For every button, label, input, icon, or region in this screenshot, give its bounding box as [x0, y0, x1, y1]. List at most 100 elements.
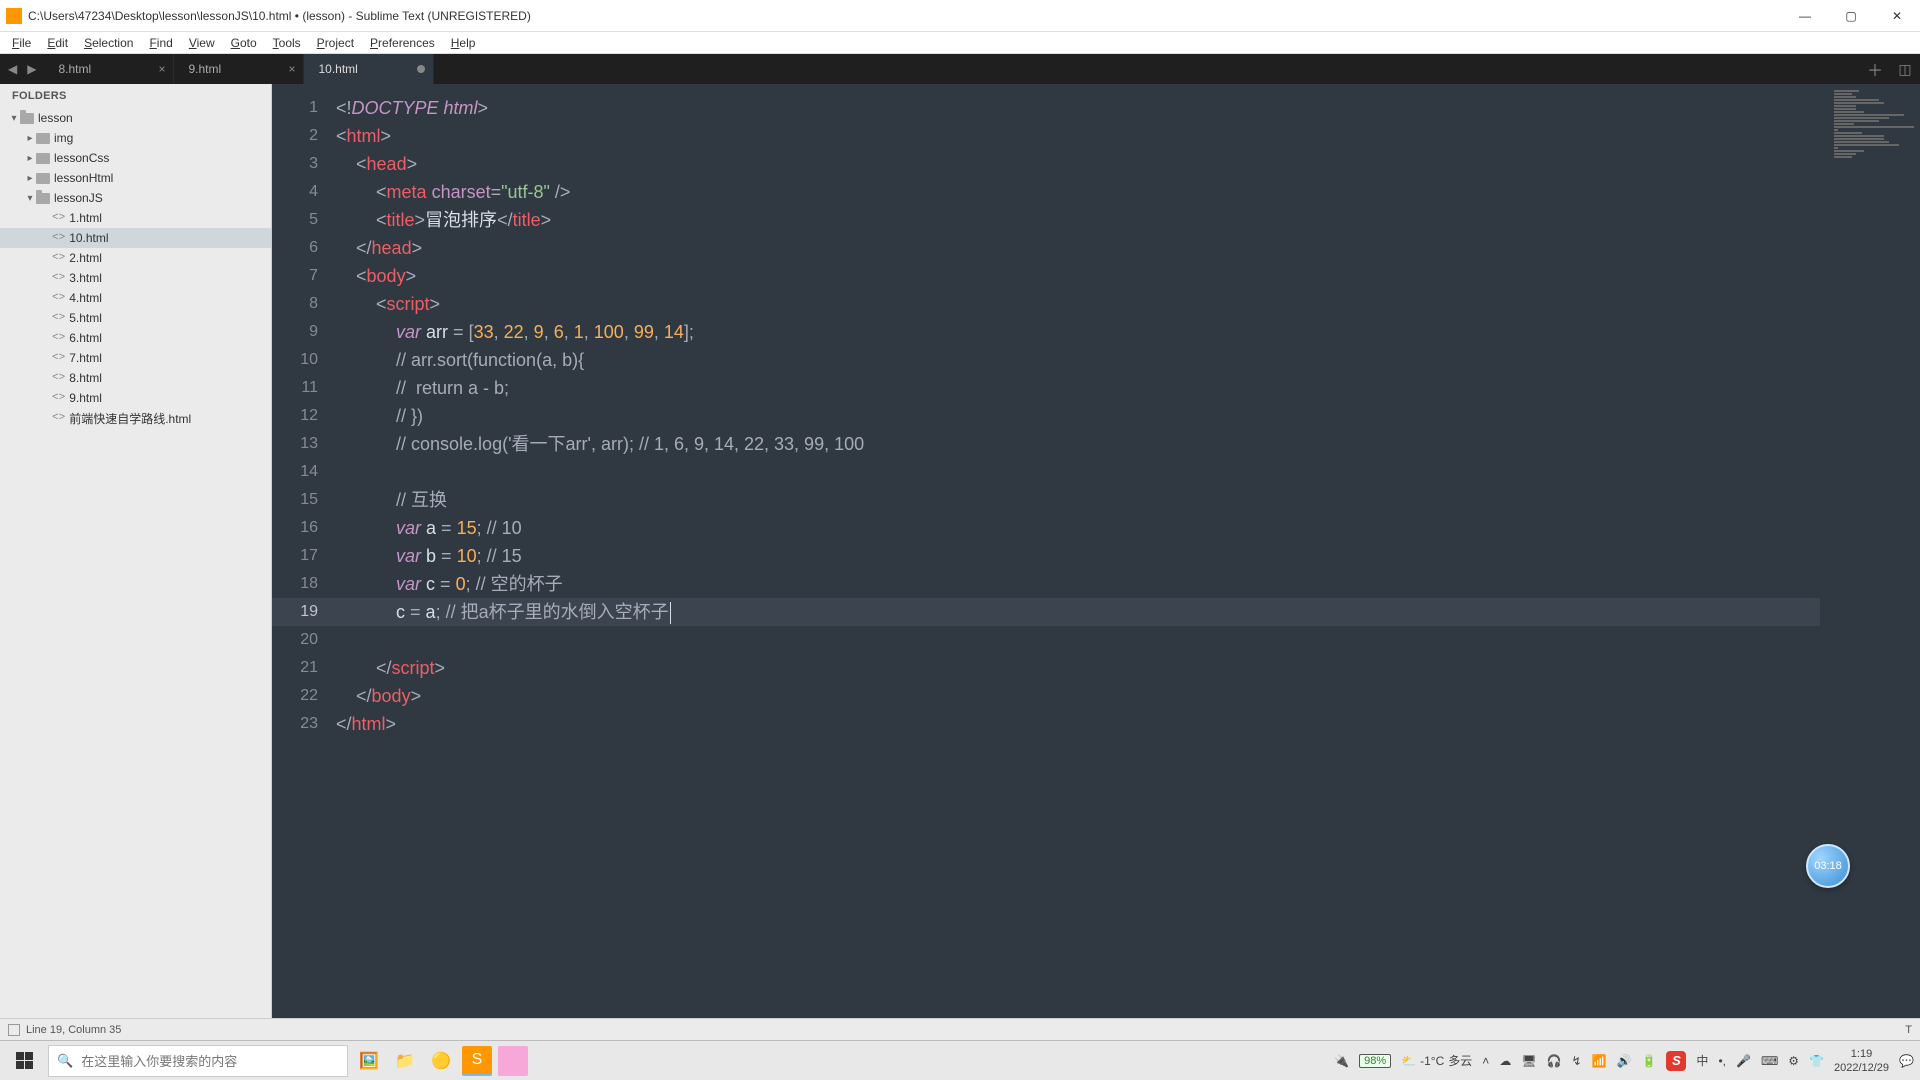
code-line[interactable]: <!DOCTYPE html> [332, 94, 1820, 122]
menu-tools[interactable]: Tools [265, 34, 309, 52]
menu-goto[interactable]: Goto [223, 34, 265, 52]
menu-preferences[interactable]: Preferences [362, 34, 443, 52]
code-line[interactable]: </script> [332, 654, 1820, 682]
taskbar-app-sublime[interactable]: S [462, 1046, 492, 1076]
code-line[interactable]: // console.log('看一下arr', arr); // 1, 6, … [332, 430, 1820, 458]
tab-label: 10.html [318, 62, 357, 76]
code-line[interactable]: c = a; // 把a杯子里的水倒入空杯子 [332, 598, 1820, 626]
taskbar-search-input[interactable]: 🔍 在这里输入你要搜索的内容 [48, 1045, 348, 1077]
code-line[interactable]: // 互换 [332, 486, 1820, 514]
code-line[interactable]: // return a - b; [332, 374, 1820, 402]
tray-wifi-icon[interactable]: 📶 [1592, 1054, 1607, 1068]
tray-ime-lang[interactable]: 中 [1696, 1052, 1708, 1069]
code-line[interactable]: </head> [332, 234, 1820, 262]
menu-edit[interactable]: Edit [39, 34, 76, 52]
tree-file-前端快速自学路线-html[interactable]: <>前端快速自学路线.html [0, 408, 271, 428]
code-line[interactable]: var a = 15; // 10 [332, 514, 1820, 542]
tray-chevron-up-icon[interactable]: ˄ [1482, 1054, 1489, 1068]
start-button[interactable] [0, 1041, 48, 1080]
tray-display-icon[interactable]: 🖥 [1521, 1054, 1536, 1068]
code-line[interactable]: <meta charset="utf-8" /> [332, 178, 1820, 206]
status-syntax-indicator[interactable]: T [1905, 1024, 1912, 1036]
window-titlebar: C:\Users\47234\Desktop\lesson\lessonJS\1… [0, 0, 1920, 32]
tree-file-10-html[interactable]: <>10.html [0, 228, 271, 248]
tray-power-icon[interactable]: 🔌 [1334, 1054, 1349, 1068]
taskbar-app-misc[interactable]: 🖼️ [354, 1046, 384, 1076]
menu-help[interactable]: Help [443, 34, 484, 52]
tab-8-html[interactable]: 8.html× [44, 54, 174, 84]
system-tray: 🔌 98% ⛅ -1°C 多云 ˄ ☁ 🖥 🎧 ↯ 📶 🔊 🔋 S 中 •, 🎤… [1334, 1047, 1920, 1075]
tree-file-3-html[interactable]: <>3.html [0, 268, 271, 288]
tray-ime-punct-icon[interactable]: •, [1718, 1054, 1726, 1068]
menu-find[interactable]: Find [141, 34, 180, 52]
tree-folder-lessonJS[interactable]: ▾lessonJS [0, 188, 271, 208]
timer-badge[interactable]: 03:18 [1806, 844, 1850, 888]
tray-bluetooth-icon[interactable]: ↯ [1572, 1054, 1582, 1068]
code-line[interactable]: var b = 10; // 15 [332, 542, 1820, 570]
code-line[interactable]: <body> [332, 262, 1820, 290]
windows-logo-icon [16, 1052, 33, 1069]
code-area[interactable]: <!DOCTYPE html><html> <head> <meta chars… [332, 84, 1820, 1018]
tree-file-4-html[interactable]: <>4.html [0, 288, 271, 308]
maximize-button[interactable]: ▢ [1828, 0, 1874, 32]
layout-toggle-icon[interactable]: ◫ [1890, 54, 1920, 84]
taskbar-app-pink[interactable] [498, 1046, 528, 1076]
tray-headset-icon[interactable]: 🎧 [1547, 1054, 1562, 1068]
code-line[interactable]: <head> [332, 150, 1820, 178]
menu-project[interactable]: Project [309, 34, 362, 52]
tree-folder-root[interactable]: ▾lesson [0, 108, 271, 128]
code-line[interactable]: // arr.sort(function(a, b){ [332, 346, 1820, 374]
code-editor[interactable]: 1234567891011121314151617181920212223 <!… [272, 84, 1920, 1018]
tree-folder-lessonCss[interactable]: ▸lessonCss [0, 148, 271, 168]
code-line[interactable]: </html> [332, 710, 1820, 738]
tray-onedrive-icon[interactable]: ☁ [1499, 1054, 1511, 1068]
code-line[interactable] [332, 458, 1820, 486]
tray-ime-skin-icon[interactable]: 👕 [1809, 1054, 1824, 1068]
tray-ime-sogou-icon[interactable]: S [1666, 1051, 1686, 1071]
close-button[interactable]: ✕ [1874, 0, 1920, 32]
tree-file-7-html[interactable]: <>7.html [0, 348, 271, 368]
taskbar-clock[interactable]: 1:19 2022/12/29 [1834, 1047, 1889, 1075]
code-line[interactable]: <script> [332, 290, 1820, 318]
tree-folder-img[interactable]: ▸img [0, 128, 271, 148]
line-number: 19 [272, 598, 332, 626]
code-line[interactable]: // }) [332, 402, 1820, 430]
taskbar-app-chrome[interactable]: 🟡 [426, 1046, 456, 1076]
tab-9-html[interactable]: 9.html× [174, 54, 304, 84]
tab-close-icon[interactable]: × [158, 62, 165, 76]
tray-ime-settings-icon[interactable]: ⚙ [1788, 1054, 1799, 1068]
tray-volume-icon[interactable]: 🔊 [1617, 1054, 1632, 1068]
code-line[interactable]: <html> [332, 122, 1820, 150]
tab-nav-next-icon[interactable]: ▶ [27, 62, 36, 76]
code-line[interactable]: var c = 0; // 空的杯子 [332, 570, 1820, 598]
tray-ime-keyboard-icon[interactable]: ⌨ [1761, 1054, 1778, 1068]
tab-10-html[interactable]: 10.html [304, 54, 434, 84]
notifications-icon[interactable]: 💬 [1899, 1054, 1914, 1068]
tree-file-8-html[interactable]: <>8.html [0, 368, 271, 388]
tray-ime-mic-icon[interactable]: 🎤 [1736, 1054, 1751, 1068]
menu-selection[interactable]: Selection [76, 34, 141, 52]
battery-indicator[interactable]: 98% [1359, 1054, 1391, 1068]
taskbar-app-explorer[interactable]: 📁 [390, 1046, 420, 1076]
menu-view[interactable]: View [181, 34, 223, 52]
minimize-button[interactable]: — [1782, 0, 1828, 32]
tab-close-icon[interactable]: × [288, 62, 295, 76]
tree-file-2-html[interactable]: <>2.html [0, 248, 271, 268]
tray-battery-icon[interactable]: 🔋 [1641, 1054, 1656, 1068]
status-panel-icon[interactable] [8, 1024, 20, 1036]
code-line[interactable]: <title>冒泡排序</title> [332, 206, 1820, 234]
tree-folder-lessonHtml[interactable]: ▸lessonHtml [0, 168, 271, 188]
code-line[interactable] [332, 626, 1820, 654]
search-icon: 🔍 [57, 1053, 73, 1069]
new-tab-button[interactable]: ＋ [1860, 54, 1890, 84]
tree-file-1-html[interactable]: <>1.html [0, 208, 271, 228]
code-line[interactable]: var arr = [33, 22, 9, 6, 1, 100, 99, 14]… [332, 318, 1820, 346]
tree-file-9-html[interactable]: <>9.html [0, 388, 271, 408]
tree-file-6-html[interactable]: <>6.html [0, 328, 271, 348]
weather-widget[interactable]: ⛅ -1°C 多云 [1401, 1052, 1472, 1069]
code-line[interactable]: </body> [332, 682, 1820, 710]
tree-file-5-html[interactable]: <>5.html [0, 308, 271, 328]
menu-file[interactable]: File [4, 34, 39, 52]
tab-nav-prev-icon[interactable]: ◀ [8, 62, 17, 76]
line-number: 23 [272, 710, 318, 738]
